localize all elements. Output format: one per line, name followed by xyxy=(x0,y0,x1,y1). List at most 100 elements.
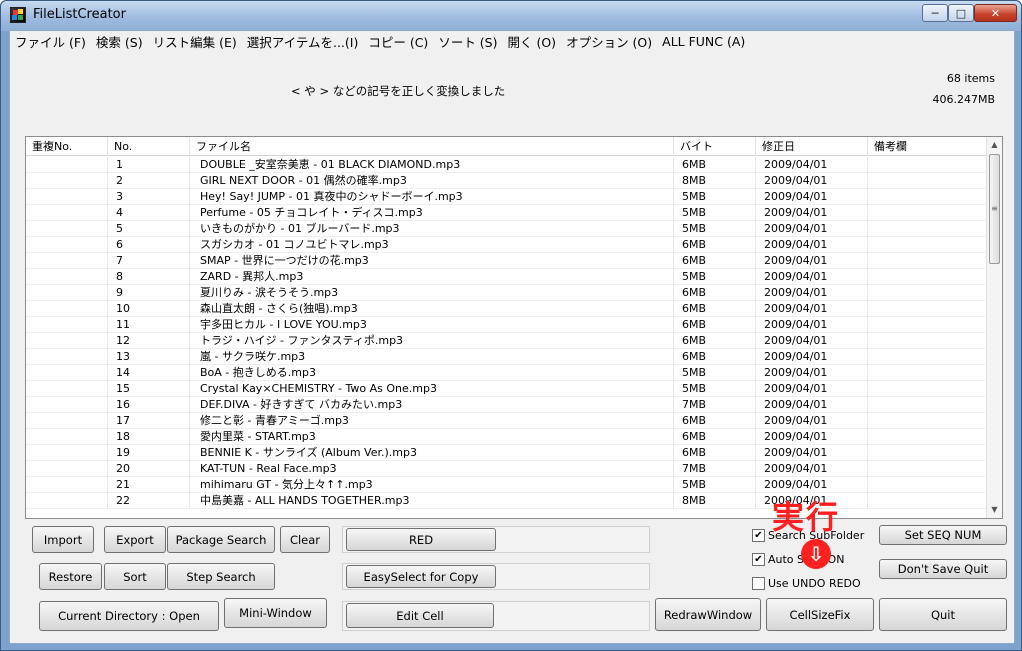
cell-dup-no[interactable] xyxy=(26,333,108,349)
cell-notes[interactable] xyxy=(868,189,988,205)
cell-filename[interactable]: 修二と彰 - 青春アミーゴ.mp3 xyxy=(190,413,674,429)
export-button[interactable]: Export xyxy=(104,526,166,553)
cell-filename[interactable]: 宇多田ヒカル - I LOVE YOU.mp3 xyxy=(190,317,674,333)
cell-modified[interactable]: 2009/04/01 xyxy=(756,333,868,349)
table-row[interactable]: 22 中島美嘉 - ALL HANDS TOGETHER.mp3 8MB 2009/0… xyxy=(26,493,988,509)
menu-open[interactable]: 開く (O) xyxy=(502,32,561,51)
cell-modified[interactable]: 2009/04/01 xyxy=(756,365,868,381)
package-search-button[interactable]: Package Search xyxy=(167,526,275,553)
cell-bytes[interactable]: 6MB xyxy=(674,445,756,461)
cell-dup-no[interactable] xyxy=(26,349,108,365)
cell-modified[interactable]: 2009/04/01 xyxy=(756,253,868,269)
cell-dup-no[interactable] xyxy=(26,413,108,429)
search-subfolder-check-icon[interactable]: ✔ xyxy=(752,529,765,542)
table-row[interactable]: 21 mihimaru GT - 気分上々↑↑.mp3 5MB 2009/04/01 xyxy=(26,477,988,493)
cell-modified[interactable]: 2009/04/01 xyxy=(756,157,868,173)
cell-filename[interactable]: DEF.DIVA - 好きすぎて バカみたい.mp3 xyxy=(190,397,674,413)
cell-modified[interactable]: 2009/04/01 xyxy=(756,237,868,253)
cell-modified[interactable]: 2009/04/01 xyxy=(756,301,868,317)
edit-cell-button[interactable]: Edit Cell xyxy=(346,603,494,628)
clear-button[interactable]: Clear xyxy=(280,526,330,553)
cell-no[interactable]: 14 xyxy=(108,365,190,381)
cell-bytes[interactable]: 6MB xyxy=(674,285,756,301)
cell-dup-no[interactable] xyxy=(26,189,108,205)
auto-save-check-icon[interactable]: ✔ xyxy=(752,553,765,566)
cell-filename[interactable]: Hey! Say! JUMP - 01 真夜中のシャドーボーイ.mp3 xyxy=(190,189,674,205)
menu-search[interactable]: 検索 (S) xyxy=(91,32,148,51)
cell-filename[interactable]: スガシカオ - 01 コノユビトマレ.mp3 xyxy=(190,237,674,253)
cell-modified[interactable]: 2009/04/01 xyxy=(756,413,868,429)
cell-dup-no[interactable] xyxy=(26,429,108,445)
cell-dup-no[interactable] xyxy=(26,205,108,221)
step-search-button[interactable]: Step Search xyxy=(167,563,275,590)
cell-filename[interactable]: 夏川りみ - 涙そうそう.mp3 xyxy=(190,285,674,301)
cell-size-fix-button[interactable]: CellSizeFix xyxy=(766,598,874,631)
cell-bytes[interactable]: 5MB xyxy=(674,365,756,381)
cell-filename[interactable]: 嵐 - サクラ咲ケ.mp3 xyxy=(190,349,674,365)
cell-no[interactable]: 13 xyxy=(108,349,190,365)
menu-file[interactable]: ファイル (F) xyxy=(10,32,91,51)
cell-filename[interactable]: DOUBLE _安室奈美恵 - 01 BLACK DIAMOND.mp3 xyxy=(190,157,674,173)
cell-notes[interactable] xyxy=(868,205,988,221)
cell-dup-no[interactable] xyxy=(26,173,108,189)
maximize-button[interactable]: □ xyxy=(948,4,974,22)
cell-filename[interactable]: いきものがかり - 01 ブルーバード.mp3 xyxy=(190,221,674,237)
column-header-no[interactable]: No. xyxy=(108,137,190,156)
table-row[interactable]: 10 森山直太朗 - さくら(独唱).mp3 6MB 2009/04/01 xyxy=(26,301,988,317)
vertical-scrollbar[interactable]: ▲ ≡ ▼ xyxy=(986,137,1002,518)
cell-dup-no[interactable] xyxy=(26,253,108,269)
cell-bytes[interactable]: 6MB xyxy=(674,253,756,269)
cell-filename[interactable]: Perfume - 05 チョコレイト・ディスコ.mp3 xyxy=(190,205,674,221)
cell-dup-no[interactable] xyxy=(26,221,108,237)
red-button[interactable]: RED xyxy=(346,528,496,551)
table-row[interactable]: 18 愛内里菜 - START.mp3 6MB 2009/04/01 xyxy=(26,429,988,445)
cell-bytes[interactable]: 8MB xyxy=(674,173,756,189)
cell-dup-no[interactable] xyxy=(26,381,108,397)
cell-notes[interactable] xyxy=(868,173,988,189)
cell-bytes[interactable]: 5MB xyxy=(674,477,756,493)
cell-no[interactable]: 10 xyxy=(108,301,190,317)
cell-modified[interactable]: 2009/04/01 xyxy=(756,429,868,445)
cell-modified[interactable]: 2009/04/01 xyxy=(756,397,868,413)
cell-no[interactable]: 9 xyxy=(108,285,190,301)
cell-notes[interactable] xyxy=(868,221,988,237)
cell-notes[interactable] xyxy=(868,301,988,317)
cell-dup-no[interactable] xyxy=(26,493,108,509)
cell-no[interactable]: 18 xyxy=(108,429,190,445)
cell-modified[interactable]: 2009/04/01 xyxy=(756,381,868,397)
cell-bytes[interactable]: 6MB xyxy=(674,333,756,349)
cell-bytes[interactable]: 6MB xyxy=(674,317,756,333)
cell-no[interactable]: 17 xyxy=(108,413,190,429)
cell-no[interactable]: 4 xyxy=(108,205,190,221)
cell-filename[interactable]: 森山直太朗 - さくら(独唱).mp3 xyxy=(190,301,674,317)
menu-copy[interactable]: コピー (C) xyxy=(363,32,433,51)
cell-filename[interactable]: BoA - 抱きしめる.mp3 xyxy=(190,365,674,381)
table-row[interactable]: 2 GIRL NEXT DOOR - 01 偶然の確率.mp3 8MB 2009/04… xyxy=(26,173,988,189)
menu-all-func[interactable]: ALL FUNC (A) xyxy=(657,34,750,49)
cell-dup-no[interactable] xyxy=(26,285,108,301)
cell-bytes[interactable]: 5MB xyxy=(674,381,756,397)
cell-dup-no[interactable] xyxy=(26,461,108,477)
table-row[interactable]: 11 宇多田ヒカル - I LOVE YOU.mp3 6MB 2009/04/01 xyxy=(26,317,988,333)
cell-dup-no[interactable] xyxy=(26,157,108,173)
cell-dup-no[interactable] xyxy=(26,269,108,285)
cell-filename[interactable]: 中島美嘉 - ALL HANDS TOGETHER.mp3 xyxy=(190,493,674,509)
sort-button[interactable]: Sort xyxy=(104,563,166,590)
cell-no[interactable]: 11 xyxy=(108,317,190,333)
table-row[interactable]: 15 Crystal Kay×CHEMISTRY - Two As One.mp3… xyxy=(26,381,988,397)
column-header-notes[interactable]: 備考欄 xyxy=(868,137,988,156)
import-button[interactable]: Import xyxy=(32,526,94,553)
cell-modified[interactable]: 2009/04/01 xyxy=(756,477,868,493)
table-row[interactable]: 12 トラジ・ハイジ - ファンタスティポ.mp3 6MB 2009/04/01 xyxy=(26,333,988,349)
cell-filename[interactable]: BENNIE K - サンライズ (Album Ver.).mp3 xyxy=(190,445,674,461)
cell-bytes[interactable]: 8MB xyxy=(674,493,756,509)
cell-notes[interactable] xyxy=(868,397,988,413)
cell-no[interactable]: 2 xyxy=(108,173,190,189)
cell-dup-no[interactable] xyxy=(26,237,108,253)
table-row[interactable]: 5 いきものがかり - 01 ブルーバード.mp3 5MB 2009/04/01 xyxy=(26,221,988,237)
cell-no[interactable]: 5 xyxy=(108,221,190,237)
menu-selected-items[interactable]: 選択アイテムを...(I) xyxy=(242,32,364,51)
cell-modified[interactable]: 2009/04/01 xyxy=(756,205,868,221)
cell-bytes[interactable]: 5MB xyxy=(674,221,756,237)
cell-bytes[interactable]: 5MB xyxy=(674,269,756,285)
